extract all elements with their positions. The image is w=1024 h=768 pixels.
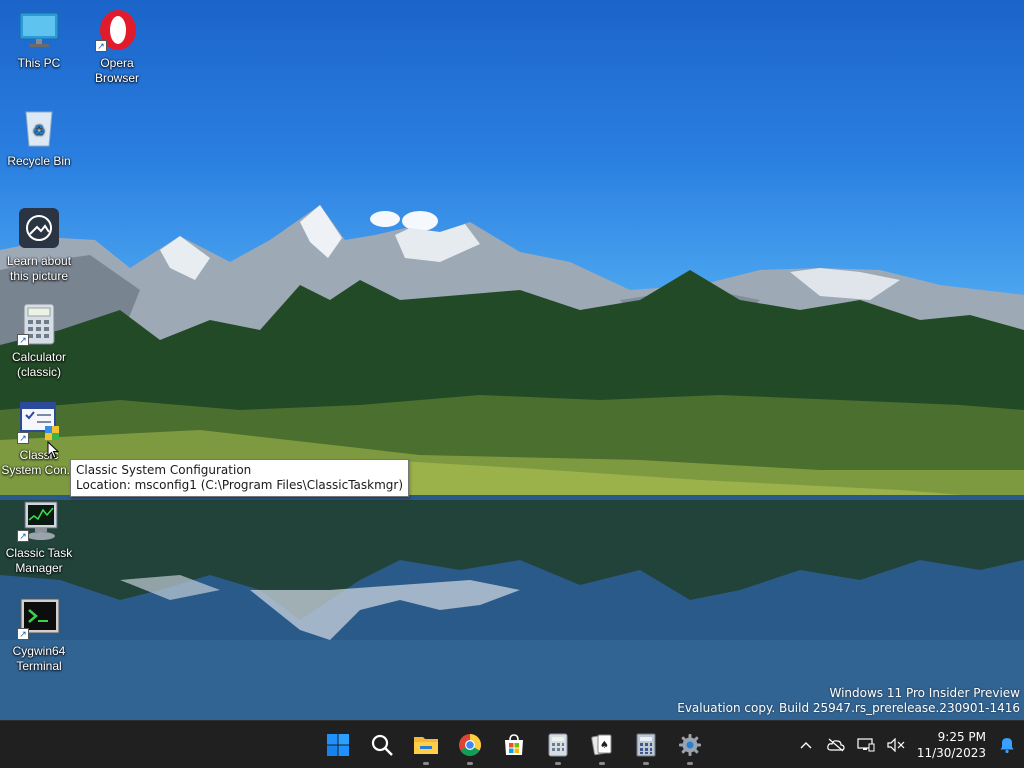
chrome-icon <box>459 734 481 756</box>
search-icon <box>371 734 393 756</box>
recycle-bin-icon: ♻ <box>17 106 61 150</box>
desktop-icon-opera-browser[interactable]: ↗ Opera Browser <box>79 8 155 86</box>
system-config-icon: ↗ <box>17 400 61 444</box>
taskbar-microsoft-store[interactable] <box>492 723 536 767</box>
onedrive-status-button[interactable] <box>821 725 851 765</box>
tooltip-title: Classic System Configuration <box>76 463 252 477</box>
opera-icon: ↗ <box>95 8 139 52</box>
taskbar-calculator[interactable] <box>536 723 580 767</box>
desktop-icon-calculator-classic[interactable]: ↗ Calculator (classic) <box>1 302 77 380</box>
search-button[interactable] <box>360 723 404 767</box>
running-indicator <box>555 762 561 765</box>
calculator-icon <box>548 733 568 757</box>
running-indicator <box>423 762 429 765</box>
desktop-icon-label: Classic Task Manager <box>5 546 73 575</box>
notifications-button[interactable] <box>994 725 1020 765</box>
shortcut-arrow-icon: ↗ <box>95 40 107 52</box>
start-icon <box>327 734 349 756</box>
settings-icon <box>679 734 701 756</box>
svg-text:♻: ♻ <box>33 123 46 139</box>
network-button[interactable] <box>851 725 881 765</box>
desktop-icon-recycle-bin[interactable]: ♻ Recycle Bin <box>1 106 77 169</box>
start-button[interactable] <box>316 723 360 767</box>
chevron-up-icon <box>800 742 812 749</box>
running-indicator <box>467 762 473 765</box>
clock-time: 9:25 PM <box>937 730 986 744</box>
desktop-icon-label: Learn about this picture <box>6 254 72 283</box>
cloud-off-icon <box>827 738 845 752</box>
clock-date: 11/30/2023 <box>916 746 986 760</box>
desktop-icon-label: Opera Browser <box>94 56 139 85</box>
evaluation-watermark: Windows 11 Pro Insider Preview Evaluatio… <box>677 686 1020 716</box>
system-tray: 9:25 PM 11/30/2023 <box>791 721 1024 768</box>
taskbar-apps: ♠ <box>316 721 712 768</box>
task-manager-icon: ↗ <box>17 498 61 542</box>
spotlight-icon <box>17 206 61 250</box>
shortcut-arrow-icon: ↗ <box>17 432 29 444</box>
desktop-icon-label: Recycle Bin <box>7 154 71 168</box>
taskbar-solitaire[interactable]: ♠ <box>580 723 624 767</box>
shortcut-arrow-icon: ↗ <box>17 530 29 542</box>
bell-icon <box>1000 738 1014 753</box>
desktop-icon-classic-system-config[interactable]: ↗ Classic System Con... <box>1 400 77 478</box>
microsoft-store-icon <box>505 734 523 755</box>
taskbar-classic-calculator[interactable] <box>624 723 668 767</box>
taskbar-clock[interactable]: 9:25 PM 11/30/2023 <box>911 729 994 761</box>
shortcut-arrow-icon: ↗ <box>17 334 29 346</box>
taskbar-settings[interactable] <box>668 723 712 767</box>
classic-calculator-icon <box>636 733 656 757</box>
taskbar-chrome[interactable] <box>448 723 492 767</box>
desktop-icon-label: Classic System Con... <box>1 448 77 477</box>
running-indicator <box>643 762 649 765</box>
running-indicator <box>599 762 605 765</box>
desktop-icon-classic-task-manager[interactable]: ↗ Classic Task Manager <box>1 498 77 576</box>
watermark-build: Evaluation copy. Build 25947.rs_prerelea… <box>677 701 1020 715</box>
desktop-icon-label: This PC <box>17 56 61 70</box>
speaker-muted-icon <box>887 738 905 752</box>
wallpaper-landscape <box>0 205 1024 720</box>
mouse-cursor-icon <box>47 441 59 459</box>
terminal-icon: ↗ <box>17 596 61 640</box>
monitor-icon <box>17 8 61 52</box>
desktop-icon-label: Calculator (classic) <box>11 350 67 379</box>
solitaire-icon: ♠ <box>591 734 612 756</box>
file-explorer-icon <box>414 737 438 754</box>
calculator-icon: ↗ <box>17 302 61 346</box>
desktop-icon-cygwin64-terminal[interactable]: ↗ Cygwin64 Terminal <box>1 596 77 674</box>
shortcut-arrow-icon: ↗ <box>17 628 29 640</box>
desktop-wallpaper <box>0 0 1024 720</box>
watermark-edition: Windows 11 Pro Insider Preview <box>829 686 1020 700</box>
taskbar-file-explorer[interactable] <box>404 723 448 767</box>
show-hidden-icons-button[interactable] <box>791 725 821 765</box>
network-icon <box>857 738 875 752</box>
desktop-icon-learn-about-picture[interactable]: Learn about this picture <box>1 206 77 284</box>
running-indicator <box>687 762 693 765</box>
icon-tooltip: Classic System Configuration Location: m… <box>70 459 410 497</box>
volume-button[interactable] <box>881 725 911 765</box>
desktop-icon-this-pc[interactable]: This PC <box>1 8 77 71</box>
svg-text:♠: ♠ <box>600 740 609 751</box>
taskbar: ♠ 9:25 PM 11/30/2023 <box>0 720 1024 768</box>
desktop-icon-label: Cygwin64 Terminal <box>12 644 66 673</box>
tooltip-location: Location: msconfig1 (C:\Program Files\Cl… <box>76 478 404 492</box>
